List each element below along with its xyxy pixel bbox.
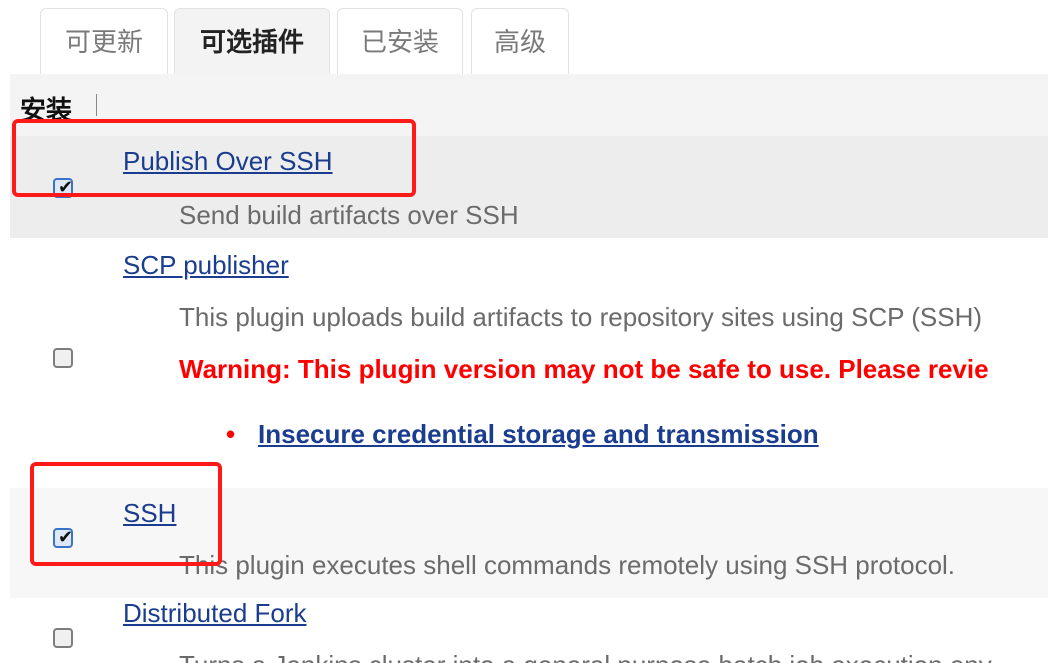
install-checkbox-scp-publisher[interactable]: ✔: [53, 348, 73, 368]
plugin-link-ssh[interactable]: SSH: [123, 498, 176, 529]
checkmark-icon: ✔: [58, 527, 74, 547]
plugin-description: This plugin uploads build artifacts to r…: [179, 302, 983, 332]
plugin-list-panel: 安装 ✔ Publish Over SSH Send build artifac…: [10, 74, 1048, 663]
plugin-link-scp-publisher[interactable]: SCP publisher: [123, 250, 289, 281]
table-row: ✔ SSH This plugin executes shell command…: [10, 488, 1048, 598]
plugin-link-publish-over-ssh[interactable]: Publish Over SSH: [123, 146, 333, 177]
install-checkbox-distributed-fork[interactable]: ✔: [53, 628, 73, 648]
list-bullet: •: [226, 419, 236, 449]
tab-advanced[interactable]: 高级: [471, 8, 569, 74]
table-row: ✔ Distributed Fork Turns a Jenkins clust…: [10, 598, 1048, 663]
install-column-header[interactable]: 安装: [20, 90, 72, 127]
table-row: ✔ Publish Over SSH Send build artifacts …: [10, 136, 1048, 238]
tab-available[interactable]: 可选插件: [174, 8, 330, 74]
plugin-description: Send build artifacts over SSH: [179, 200, 519, 230]
checkmark-icon: ✔: [58, 177, 74, 197]
header-divider: [96, 94, 97, 116]
install-checkbox-ssh[interactable]: ✔: [53, 527, 74, 548]
plugin-description: This plugin executes shell commands remo…: [179, 550, 956, 580]
tab-updates[interactable]: 可更新: [40, 8, 168, 74]
tab-installed[interactable]: 已安装: [337, 8, 463, 74]
table-header-row: 安装: [10, 74, 1048, 136]
install-checkbox-publish-over-ssh[interactable]: ✔: [53, 177, 74, 198]
table-row: ✔ SCP publisher This plugin uploads buil…: [10, 238, 1048, 488]
security-warning: Warning: This plugin version may not be …: [179, 354, 989, 384]
plugin-link-distributed-fork[interactable]: Distributed Fork: [123, 598, 307, 629]
vulnerability-link[interactable]: Insecure credential storage and transmis…: [258, 419, 819, 450]
plugin-description: Turns a Jenkins cluster into a general p…: [179, 650, 992, 663]
